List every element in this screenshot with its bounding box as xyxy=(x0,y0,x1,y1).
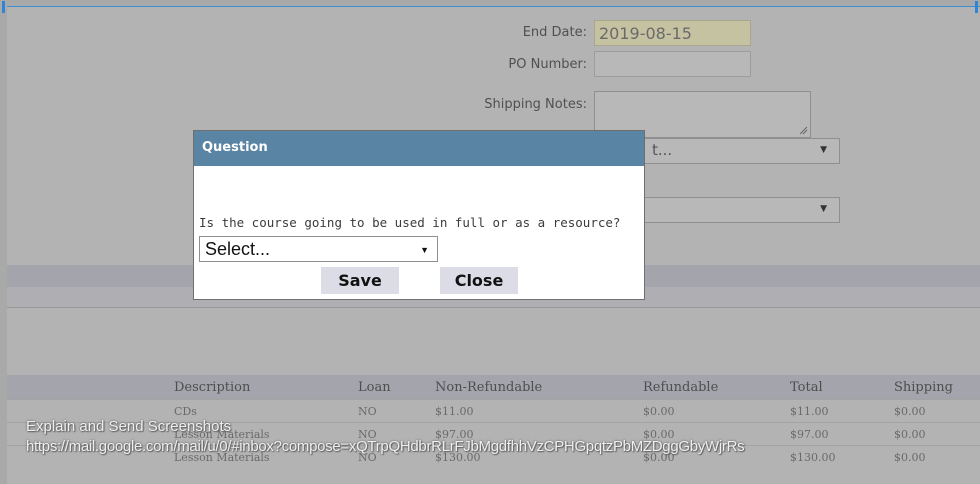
arrow-down-icon: ▼ xyxy=(820,204,827,214)
overlay-caption: Explain and Send Screenshots xyxy=(26,418,232,435)
dialog-question-text: Is the course going to be used in full o… xyxy=(199,215,621,230)
table-cell: $0.00 xyxy=(894,445,980,468)
end-date-field[interactable]: 2019-08-15 xyxy=(594,20,751,46)
table-cell: $0.00 xyxy=(894,399,980,423)
po-number-label: PO Number: xyxy=(508,57,587,72)
column-header-loan: Loan xyxy=(358,375,435,400)
frame-corner-right xyxy=(975,1,978,13)
background-select-1-text: t... xyxy=(652,141,673,159)
table-cell: $97.00 xyxy=(790,422,894,446)
table-cell: $0.00 xyxy=(643,399,790,423)
arrow-down-icon: ▼ xyxy=(420,245,429,255)
divider xyxy=(7,307,980,308)
table-cell: $0.00 xyxy=(894,422,980,446)
overlay-url: https://mail.google.com/mail/u/0/#inbox?… xyxy=(26,438,745,455)
column-header-description: Description xyxy=(174,375,358,400)
column-header-refundable: Refundable xyxy=(643,375,790,400)
save-button[interactable]: Save xyxy=(321,267,399,294)
usage-select[interactable]: Select... ▼ xyxy=(199,236,438,262)
close-button[interactable]: Close xyxy=(440,267,518,294)
shipping-notes-label: Shipping Notes: xyxy=(484,97,587,112)
usage-select-value: Select... xyxy=(205,239,271,259)
table-cell: $130.00 xyxy=(790,445,894,468)
po-number-field[interactable] xyxy=(594,51,751,77)
frame-corner-left xyxy=(2,1,5,13)
table-cell: $11.00 xyxy=(435,399,643,423)
question-dialog: Question Is the course going to be used … xyxy=(193,130,645,300)
table-cell: $11.00 xyxy=(790,399,894,423)
dialog-title: Question xyxy=(194,131,644,166)
column-header-total: Total xyxy=(790,375,894,400)
table-header-spacer xyxy=(7,375,174,400)
column-header-shipping: Shipping xyxy=(894,375,980,400)
arrow-down-icon: ▼ xyxy=(820,145,827,155)
end-date-label: End Date: xyxy=(522,25,587,40)
table-cell: NO xyxy=(358,399,435,423)
column-header-non-refundable: Non-Refundable xyxy=(435,375,643,400)
table-header-row: Description Loan Non-Refundable Refundab… xyxy=(7,375,980,400)
resize-grip-icon[interactable] xyxy=(799,126,808,135)
